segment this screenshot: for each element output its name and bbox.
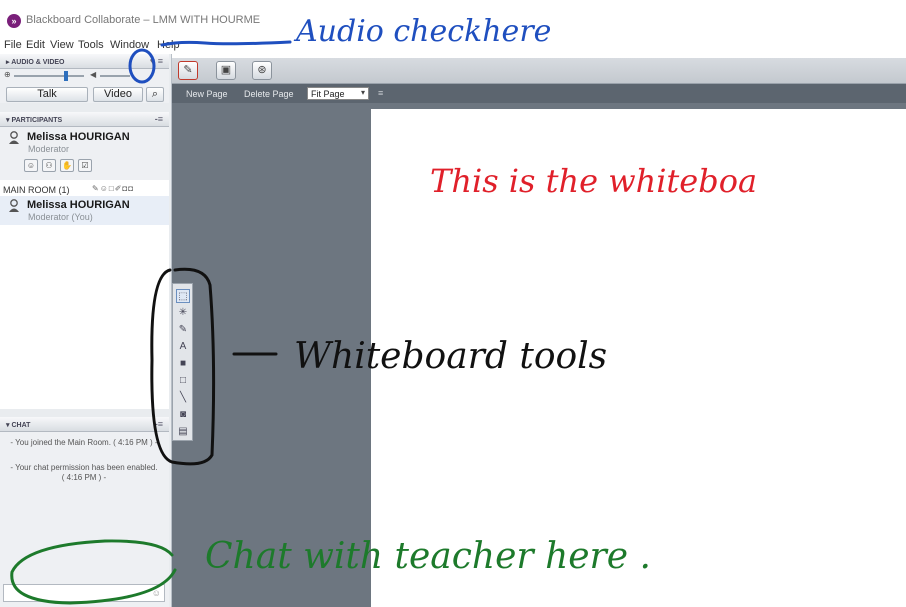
- window-title: Blackboard Collaborate – LMM WITH HOURME: [26, 14, 261, 26]
- participants-header[interactable]: ▾ PARTICIPANTS -≡: [0, 112, 169, 127]
- chat-header[interactable]: ▾ CHAT -≡: [0, 417, 169, 432]
- delete-page-button[interactable]: Delete Page: [244, 89, 294, 99]
- app-share-icon[interactable]: ▣: [216, 61, 236, 80]
- audio-video-header[interactable]: ▸ AUDIO & VIDEO ♥ ≡: [0, 54, 169, 69]
- speaker-icon: ◀: [90, 70, 97, 79]
- whiteboard-annotation: This is the whiteboa: [430, 162, 758, 200]
- chat-message: - You joined the Main Room. ( 4:16 PM ) …: [10, 438, 158, 447]
- raise-hand-button[interactable]: ✋: [60, 159, 74, 172]
- person-icon: [9, 131, 19, 144]
- stage-toolbar: New Page Delete Page Fit Page ▾ ≡: [172, 84, 906, 103]
- room-permission-icons: ✎☺□✐◘◘: [92, 184, 135, 193]
- zoom-select[interactable]: Fit Page ▾: [307, 87, 369, 100]
- audio-video-title: AUDIO & VIDEO: [11, 59, 65, 66]
- whiteboard-tools-palette: ⬚ ✳ ✎ A ■ □ ╲ ◙ ▤: [172, 283, 193, 441]
- mic-volume-slider[interactable]: [14, 75, 84, 77]
- rect-tool-icon[interactable]: □: [176, 374, 190, 388]
- menu-view[interactable]: View: [50, 39, 74, 51]
- screenshot-tool-icon[interactable]: ◙: [176, 408, 190, 422]
- participant-role: Moderator: [28, 144, 70, 154]
- mic-icon: ⊕: [4, 70, 11, 79]
- web-tour-icon[interactable]: ⊛: [252, 61, 272, 80]
- participant-role: Moderator (You): [28, 212, 93, 222]
- chevron-down-icon: ▾: [360, 88, 365, 97]
- chat-message: - Your chat permission has been enabled.…: [10, 463, 158, 482]
- mic-volume-knob[interactable]: [64, 71, 68, 81]
- zoom-value: Fit Page: [311, 89, 345, 99]
- select-tool-icon[interactable]: ⬚: [176, 289, 190, 303]
- left-panel: ▸ AUDIO & VIDEO ♥ ≡ ⊕ ◀ Talk Video ⌕ ▾ P…: [0, 54, 172, 607]
- menu-help[interactable]: Help: [157, 39, 180, 51]
- audio-annotation: Audio checkhere: [296, 14, 552, 49]
- participants-list: Melissa HOURIGAN Moderator ☺ ⚇ ✋ ☑ MAIN …: [0, 127, 169, 409]
- audio-video-controls: ⊕ ◀ Talk Video ⌕: [0, 69, 169, 103]
- line-tool-icon[interactable]: ╲: [176, 391, 190, 405]
- chat-title: CHAT: [11, 422, 31, 429]
- chat-panel: - You joined the Main Room. ( 4:16 PM ) …: [0, 432, 169, 607]
- participant-name: Melissa HOURIGAN: [27, 131, 130, 143]
- collaborate-logo-icon: »: [7, 14, 21, 28]
- filled-rect-tool-icon[interactable]: ■: [176, 357, 190, 371]
- emoticon-button[interactable]: ☺: [24, 159, 38, 172]
- chat-annotation: Chat with teacher here .: [205, 536, 651, 577]
- menu-file[interactable]: File: [4, 39, 22, 51]
- panel-options-icon[interactable]: -≡: [155, 114, 163, 124]
- stage-options-icon[interactable]: ≡: [378, 88, 383, 98]
- menu-tools[interactable]: Tools: [78, 39, 104, 51]
- video-button[interactable]: Video: [93, 87, 143, 102]
- panel-options-icon[interactable]: -≡: [155, 419, 163, 429]
- participant-name: Melissa HOURIGAN: [27, 199, 130, 211]
- poll-button[interactable]: ☑: [78, 159, 92, 172]
- panel-options-icon[interactable]: ♥ ≡: [150, 56, 163, 66]
- new-page-button[interactable]: New Page: [186, 89, 228, 99]
- menu-window[interactable]: Window: [110, 39, 149, 51]
- talk-button[interactable]: Talk: [6, 87, 88, 102]
- person-icon: [9, 199, 19, 212]
- emoticon-icon[interactable]: ☺: [152, 588, 161, 598]
- chat-input[interactable]: ☺: [3, 584, 165, 602]
- text-tool-icon[interactable]: A: [176, 340, 190, 354]
- participants-title: PARTICIPANTS: [11, 117, 63, 124]
- menu-edit[interactable]: Edit: [26, 39, 45, 51]
- pointer-tool-icon[interactable]: ✳: [176, 306, 190, 320]
- pen-tool-icon[interactable]: ✎: [176, 323, 190, 337]
- speaker-volume-slider[interactable]: [100, 75, 130, 77]
- main-room-label: MAIN ROOM (1): [3, 185, 70, 195]
- whiteboard-mode-icon[interactable]: ✎: [178, 61, 198, 80]
- video-preview-icon[interactable]: ⌕: [146, 87, 164, 102]
- clip-art-tool-icon[interactable]: ▤: [176, 425, 190, 439]
- tools-annotation: Whiteboard tools: [294, 336, 608, 377]
- status-button[interactable]: ⚇: [42, 159, 56, 172]
- main-toolbar: ✎ ▣ ⊛: [172, 58, 906, 84]
